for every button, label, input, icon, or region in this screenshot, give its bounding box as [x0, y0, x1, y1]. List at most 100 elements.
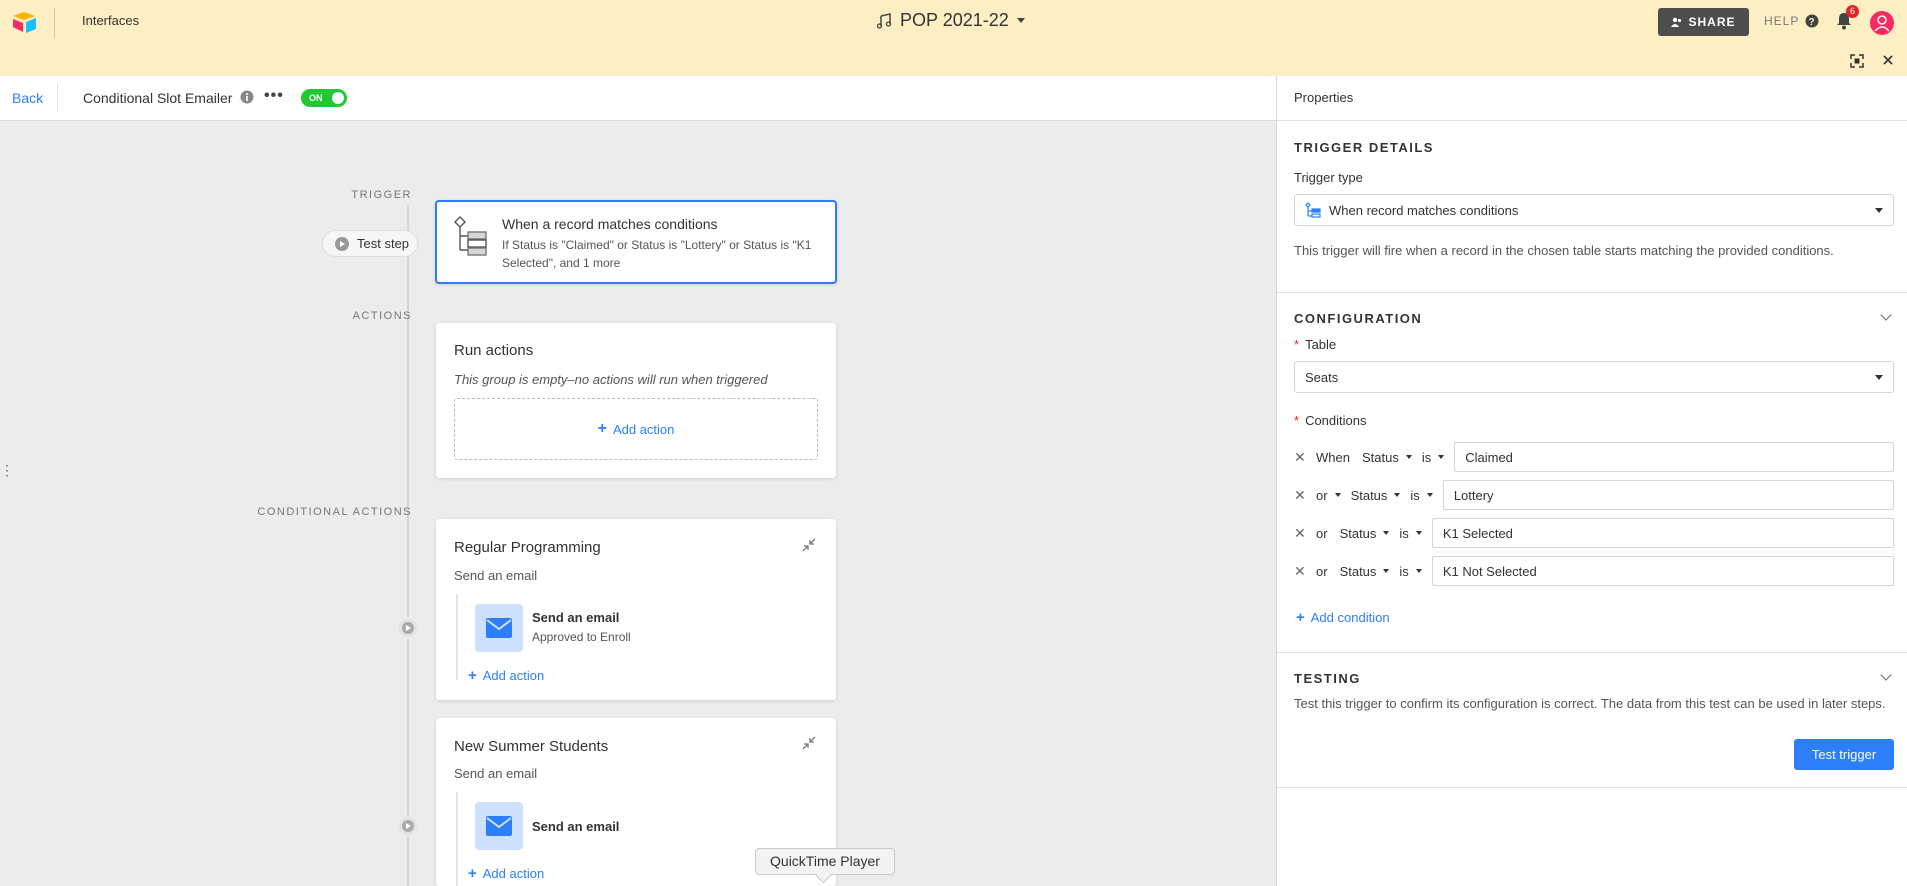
testing-title: TESTING [1294, 671, 1361, 686]
trigger-help-text: This trigger will fire when a record in … [1294, 243, 1834, 258]
test-step-label: Test step [357, 236, 410, 251]
more-options-icon[interactable]: ••• [264, 88, 284, 104]
add-action-link[interactable]: + Add action [468, 667, 544, 684]
condition-row: ✕ or Status is Lottery [1294, 480, 1894, 510]
fullscreen-icon[interactable] [1850, 54, 1864, 68]
group-connector [456, 792, 458, 886]
info-icon[interactable] [240, 90, 254, 104]
remove-condition-icon[interactable]: ✕ [1294, 525, 1316, 542]
trigger-type-select[interactable]: When record matches conditions [1294, 194, 1894, 226]
field-dropdown[interactable]: Status [1362, 450, 1412, 465]
play-icon [335, 236, 349, 251]
flow-connector-line [407, 204, 409, 886]
remove-condition-icon[interactable]: ✕ [1294, 449, 1316, 466]
chevron-down-icon [1016, 18, 1025, 23]
condition-value-input[interactable]: Lottery [1442, 480, 1894, 510]
airtable-logo-icon[interactable] [12, 10, 38, 34]
remove-condition-icon[interactable]: ✕ [1294, 563, 1316, 580]
envelope-icon [486, 618, 512, 638]
field-dropdown[interactable]: Status [1340, 564, 1390, 579]
chevron-down-icon [1415, 531, 1422, 535]
divider [1277, 787, 1907, 788]
chevron-down-icon [1405, 455, 1412, 459]
automation-on-toggle[interactable]: ON [301, 89, 347, 107]
table-select[interactable]: Seats [1294, 361, 1894, 393]
toggle-label: ON [309, 93, 323, 103]
conjunction-value: or [1316, 487, 1328, 503]
run-branch-icon[interactable] [397, 617, 419, 639]
toggle-knob [332, 92, 344, 104]
chevron-down-icon [1383, 531, 1390, 535]
test-step-button[interactable]: Test step [322, 230, 418, 257]
group-title: New Summer Students [454, 738, 609, 755]
operator-value: is [1410, 487, 1420, 503]
field-dropdown[interactable]: Status [1340, 526, 1390, 541]
back-link[interactable]: Back [12, 90, 43, 106]
email-action-tile[interactable] [475, 802, 523, 850]
condition-row: ✕ or Status is K1 Not Selected [1294, 556, 1894, 586]
properties-title: Properties [1294, 90, 1354, 105]
operator-dropdown[interactable]: is [1399, 526, 1422, 541]
table-label: * Table [1294, 337, 1336, 352]
field-value: Status [1350, 487, 1388, 503]
conditions-label: * Conditions [1294, 413, 1367, 428]
add-condition-label: Add condition [1310, 610, 1390, 625]
chevron-down-icon [1334, 493, 1341, 497]
field-dropdown[interactable]: Status [1351, 488, 1401, 503]
condition-value-input[interactable]: K1 Selected [1431, 518, 1894, 548]
plus-icon: + [468, 865, 477, 882]
condition-value-input[interactable]: K1 Not Selected [1431, 556, 1894, 586]
table-label-text: Table [1305, 337, 1337, 352]
required-marker: * [1294, 337, 1300, 352]
condition-row: ✕ When Status is Claimed [1294, 442, 1894, 472]
operator-value: is [1399, 563, 1409, 579]
group-subtitle: Send an email [454, 568, 538, 583]
test-trigger-button[interactable]: Test trigger [1794, 739, 1894, 770]
trigger-type-label: Trigger type [1294, 170, 1363, 185]
run-branch-icon[interactable] [397, 815, 419, 837]
empty-group-note: This group is empty–no actions will run … [454, 372, 768, 387]
help-label: HELP [1764, 14, 1800, 28]
properties-header [1277, 76, 1907, 121]
action-title: Send an email [532, 819, 620, 834]
user-avatar[interactable] [1870, 11, 1894, 35]
condition-row: ✕ or Status is K1 Selected [1294, 518, 1894, 548]
testing-help-text: Test this trigger to confirm its configu… [1294, 696, 1886, 711]
action-title: Send an email [532, 610, 620, 625]
chevron-down-icon [1394, 493, 1401, 497]
add-action-link[interactable]: + Add action [468, 865, 544, 882]
base-title-dropdown[interactable]: POP 2021-22 [876, 10, 1025, 31]
plus-icon: + [597, 420, 607, 437]
drag-handle-icon[interactable]: ⋮ [0, 462, 14, 479]
close-icon[interactable] [1882, 54, 1894, 66]
chevron-down-icon [1415, 569, 1422, 573]
operator-dropdown[interactable]: is [1410, 487, 1433, 503]
chevron-down-icon [1438, 455, 1445, 459]
operator-dropdown[interactable]: is [1421, 449, 1445, 465]
condition-value-input[interactable]: Claimed [1454, 442, 1894, 472]
share-button[interactable]: SHARE [1658, 8, 1749, 36]
collapse-icon[interactable] [802, 538, 816, 552]
collapse-icon[interactable] [802, 736, 816, 750]
operator-value: is [1421, 449, 1432, 465]
automation-name[interactable]: Conditional Slot Emailer [83, 90, 232, 106]
group-connector [456, 594, 458, 680]
email-action-tile[interactable] [475, 604, 523, 652]
question-circle-icon: ? [1805, 14, 1819, 28]
record-conditions-icon [1305, 202, 1321, 218]
add-condition-button[interactable]: + Add condition [1296, 609, 1390, 626]
add-action-button[interactable]: + Add action [454, 398, 818, 460]
help-button[interactable]: HELP ? [1764, 14, 1819, 28]
music-note-icon [876, 12, 892, 29]
field-value: Status [1339, 525, 1377, 541]
operator-dropdown[interactable]: is [1399, 563, 1422, 579]
run-actions-title: Run actions [454, 342, 534, 359]
divider [1277, 292, 1907, 293]
interfaces-nav-link[interactable]: Interfaces [82, 13, 139, 28]
remove-condition-icon[interactable]: ✕ [1294, 487, 1316, 504]
group-title: Regular Programming [454, 539, 601, 556]
conjunction-dropdown[interactable]: or [1316, 488, 1341, 503]
condition-conjunction: or [1316, 525, 1328, 541]
configuration-title: CONFIGURATION [1294, 311, 1423, 326]
trigger-type-value: When record matches conditions [1329, 202, 1519, 218]
